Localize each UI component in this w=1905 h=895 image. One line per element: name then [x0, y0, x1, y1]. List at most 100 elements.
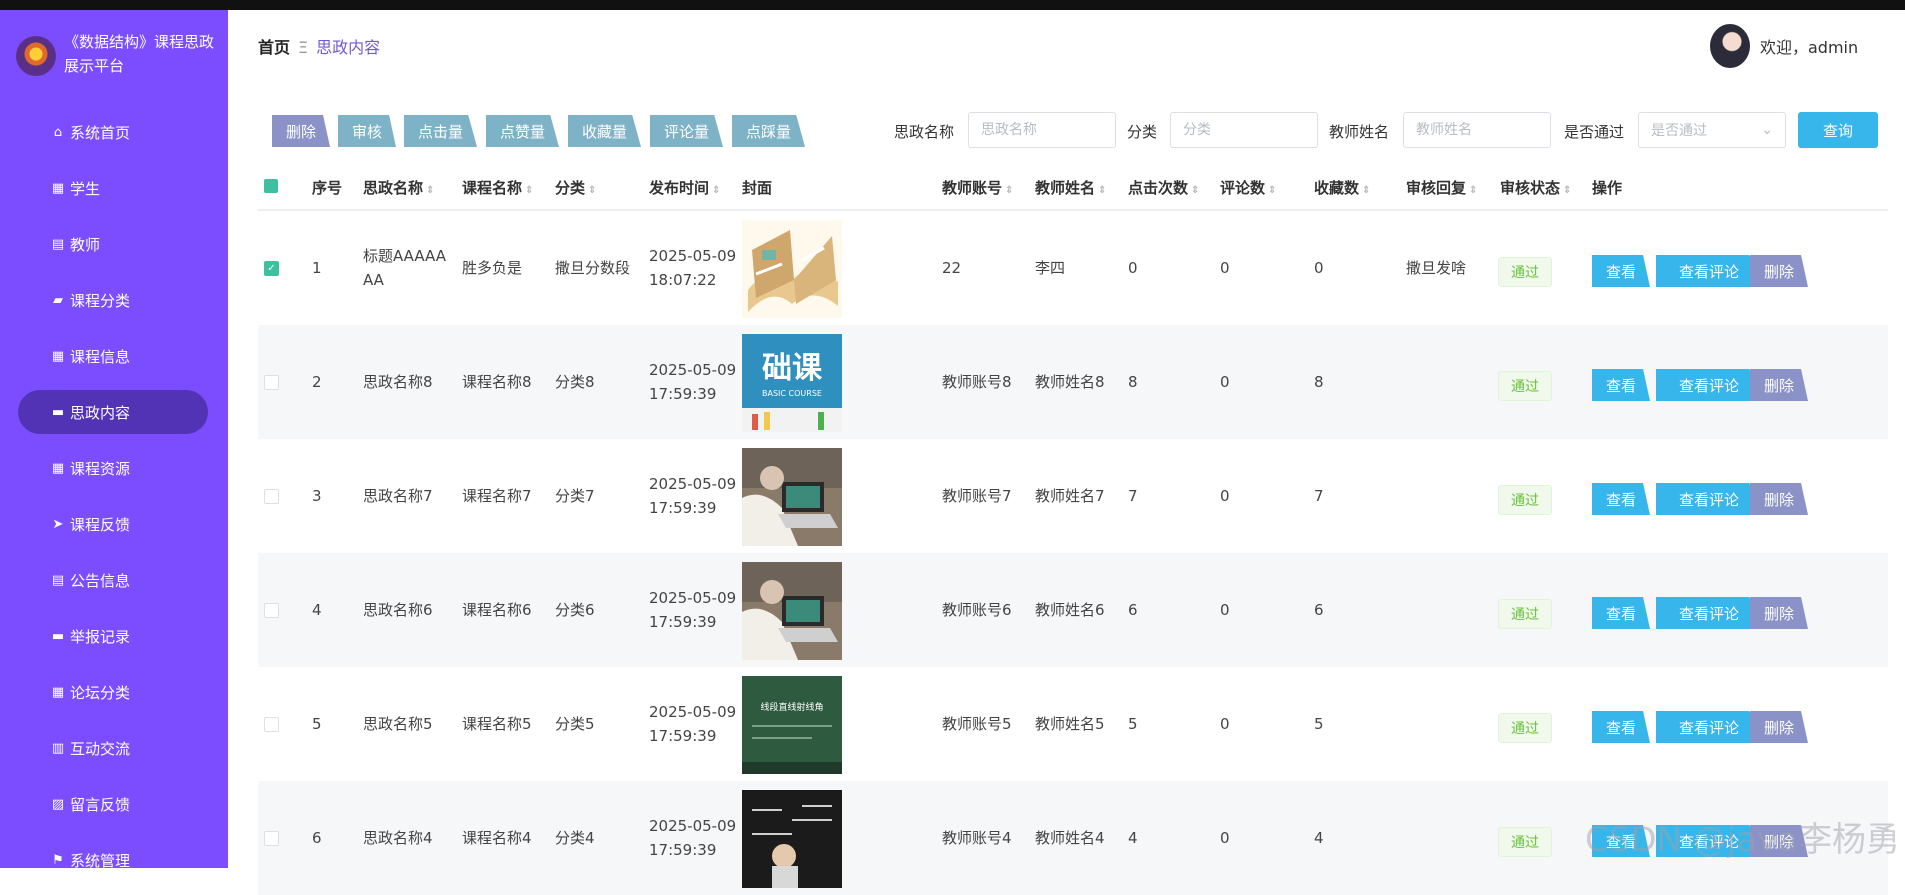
row-category: 分类6: [555, 601, 595, 619]
table-row: 5 思政名称5 课程名称5 分类5 2025-05-09 17:59:39 教师账号5 教师…: [258, 667, 1888, 781]
column-header-label: 思政名称: [363, 179, 424, 197]
view-comments-button[interactable]: 查看评论: [1656, 597, 1762, 629]
row-comments: 0: [1220, 601, 1230, 619]
row-comments: 0: [1220, 259, 1230, 277]
sidebar-item-label: 举报记录: [70, 627, 131, 646]
delete-button[interactable]: 删除: [1750, 597, 1808, 629]
delete-button[interactable]: 删除: [1750, 369, 1808, 401]
document-icon: ▤: [51, 236, 65, 252]
column-header[interactable]: 审核回复 ⇕: [1406, 177, 1477, 198]
view-comments-button[interactable]: 查看评论: [1656, 369, 1762, 401]
row-teacher-name: 教师姓名6: [1035, 601, 1105, 619]
view-button[interactable]: 查看: [1592, 369, 1650, 401]
sort-icon[interactable]: ⇕: [1098, 185, 1106, 196]
clipboard-icon: ▤: [51, 572, 65, 588]
toolbar-button[interactable]: 点踩量: [732, 115, 806, 147]
row-clicks: 5: [1128, 715, 1138, 733]
column-header[interactable]: 收藏数 ⇕: [1314, 177, 1370, 198]
sort-icon[interactable]: ⇕: [1469, 185, 1477, 196]
sort-icon[interactable]: ⇕: [525, 185, 533, 196]
sidebar-item[interactable]: ⚑ 系统管理: [18, 838, 208, 869]
toolbar-button[interactable]: 点赞量: [486, 115, 560, 147]
query-button[interactable]: 查询: [1798, 112, 1878, 148]
row-course: 课程名称8: [462, 373, 532, 391]
folder-icon: ▰: [53, 292, 63, 308]
welcome-text[interactable]: 欢迎，admin: [1760, 34, 1858, 58]
cover-image: [742, 220, 842, 318]
sidebar-item[interactable]: ▦ 论坛分类: [18, 670, 208, 714]
sidebar-item-label: 留言反馈: [70, 795, 131, 814]
row-checkbox[interactable]: [264, 831, 279, 846]
sidebar-item[interactable]: ▤ 教师: [18, 222, 208, 266]
column-header[interactable]: 点击次数 ⇕: [1128, 177, 1199, 198]
sidebar-item[interactable]: ▬ 举报记录: [18, 614, 208, 658]
grid-icon: ▦: [51, 460, 65, 476]
sidebar-item[interactable]: ▨ 留言反馈: [18, 782, 208, 826]
delete-button[interactable]: 删除: [1750, 711, 1808, 743]
sort-icon[interactable]: ⇕: [712, 185, 720, 196]
pass-select[interactable]: 是否通过 ⌄: [1638, 112, 1786, 148]
table-row: 4 思政名称6 课程名称6 分类6 2025-05-09 17:59:39 教师账号6 教师…: [258, 553, 1888, 667]
status-badge: 通过: [1498, 599, 1552, 629]
sidebar-item[interactable]: ▦ 课程信息: [18, 334, 208, 378]
delete-button[interactable]: 删除: [1750, 483, 1808, 515]
column-header[interactable]: 评论数 ⇕: [1220, 177, 1276, 198]
sort-icon[interactable]: ⇕: [588, 185, 596, 196]
sidebar-item[interactable]: ▤ 公告信息: [18, 558, 208, 602]
row-time: 2025-05-09 17:59:39: [649, 475, 737, 517]
toolbar-button[interactable]: 审核: [338, 115, 397, 147]
view-button[interactable]: 查看: [1592, 597, 1650, 629]
row-checkbox[interactable]: [264, 489, 279, 504]
sort-icon[interactable]: ⇕: [426, 185, 434, 196]
filter-input[interactable]: [1170, 112, 1318, 148]
row-category: 分类4: [555, 829, 595, 847]
breadcrumb-separator: Ξ: [298, 38, 309, 57]
toolbar-button[interactable]: 删除: [272, 115, 331, 147]
sidebar-item[interactable]: ▬ 思政内容: [18, 390, 208, 434]
row-favorites: 0: [1314, 259, 1324, 277]
sidebar-item[interactable]: ▥ 互动交流: [18, 726, 208, 770]
toolbar-button[interactable]: 收藏量: [568, 115, 642, 147]
delete-button[interactable]: 删除: [1750, 255, 1808, 287]
sidebar-item[interactable]: ▦ 课程资源: [18, 446, 208, 490]
column-header[interactable]: 课程名称 ⇕: [462, 177, 533, 198]
sidebar-item-label: 公告信息: [70, 571, 131, 590]
table-row: 2 思政名称8 课程名称8 分类8 2025-05-09 17:59:39 教师账号8 教师…: [258, 325, 1888, 439]
column-header[interactable]: 思政名称 ⇕: [363, 177, 434, 198]
view-comments-button[interactable]: 查看评论: [1656, 483, 1762, 515]
column-header[interactable]: 分类 ⇕: [555, 177, 596, 198]
row-checkbox[interactable]: [264, 717, 279, 732]
column-header[interactable]: 发布时间 ⇕: [649, 177, 720, 198]
view-button[interactable]: 查看: [1592, 711, 1650, 743]
column-header-label: 课程名称: [462, 179, 523, 197]
view-comments-button[interactable]: 查看评论: [1656, 711, 1762, 743]
sidebar: 《数据结构》课程思政展示平台 ⌂ 系统首页 ▦ 学生 ▤ 教师 ▰ 课程分类 ▦ 课程信息 ▬ 思政内…: [0, 10, 228, 868]
sidebar-item[interactable]: ▦ 学生: [18, 166, 208, 210]
row-checkbox[interactable]: [264, 375, 279, 390]
sort-icon[interactable]: ⇕: [1362, 185, 1370, 196]
select-all-checkbox[interactable]: [264, 179, 278, 193]
sort-icon[interactable]: ⇕: [1563, 185, 1571, 196]
sort-icon[interactable]: ⇕: [1005, 185, 1013, 196]
view-button[interactable]: 查看: [1592, 255, 1650, 287]
view-comments-button[interactable]: 查看评论: [1656, 255, 1762, 287]
toolbar-button[interactable]: 评论量: [650, 115, 724, 147]
toolbar-button[interactable]: 点击量: [404, 115, 478, 147]
sidebar-item-label: 互动交流: [70, 739, 131, 758]
column-header-label: 审核回复: [1406, 179, 1467, 197]
view-button[interactable]: 查看: [1592, 483, 1650, 515]
avatar[interactable]: [1710, 24, 1750, 68]
column-header[interactable]: 教师姓名 ⇕: [1035, 177, 1106, 198]
filter-input[interactable]: [1403, 112, 1551, 148]
column-header[interactable]: 审核状态 ⇕: [1500, 177, 1571, 198]
sidebar-item[interactable]: ▰ 课程分类: [18, 278, 208, 322]
sidebar-item[interactable]: ➤ 课程反馈: [18, 502, 208, 546]
column-header[interactable]: 教师账号 ⇕: [942, 177, 1013, 198]
sort-icon[interactable]: ⇕: [1191, 185, 1199, 196]
row-checkbox[interactable]: [264, 603, 279, 618]
breadcrumb-home[interactable]: 首页: [258, 38, 290, 57]
sort-icon[interactable]: ⇕: [1268, 185, 1276, 196]
filter-input[interactable]: [968, 112, 1116, 148]
row-checkbox[interactable]: ✓: [264, 261, 279, 276]
sidebar-item[interactable]: ⌂ 系统首页: [18, 110, 208, 154]
